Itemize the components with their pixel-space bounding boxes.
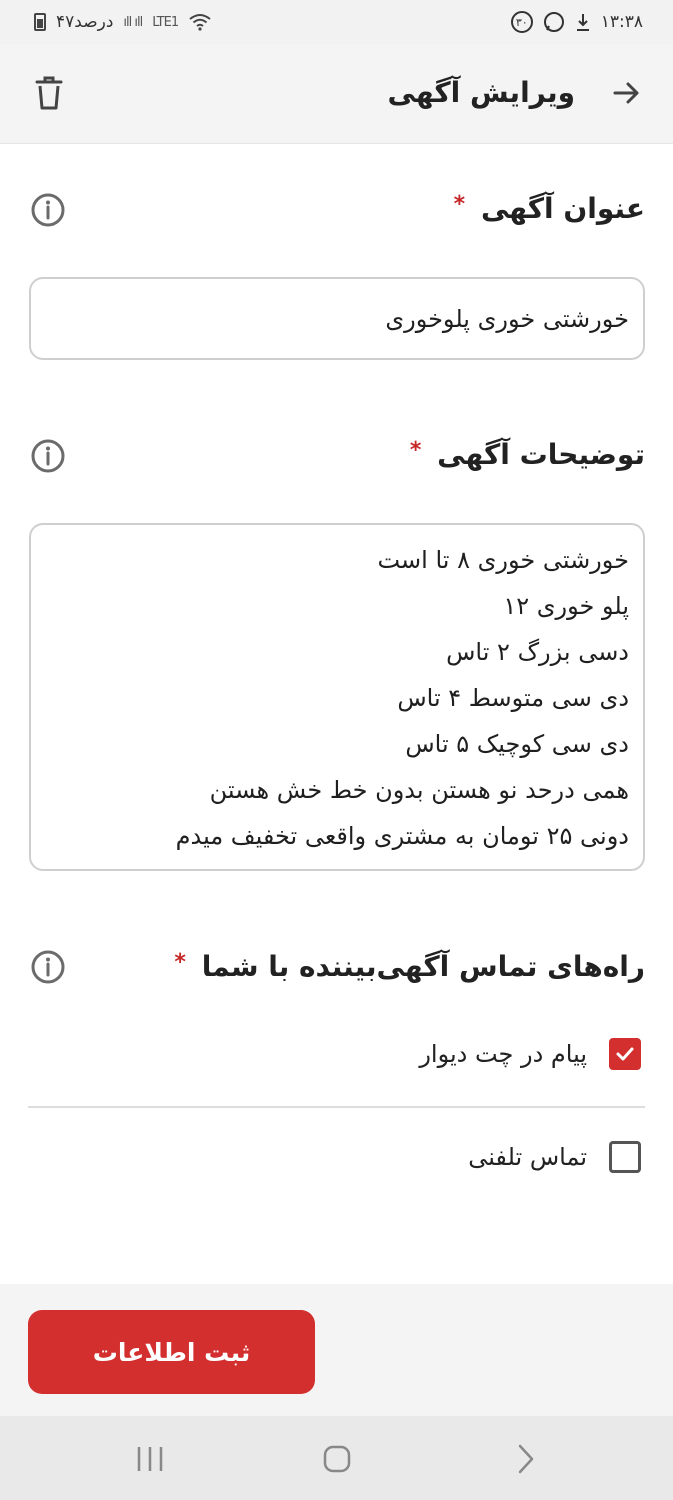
system-nav-bar — [0, 1416, 673, 1500]
arrow-right-icon[interactable] — [609, 76, 643, 110]
description-label: توضیحات آگهی * — [410, 438, 645, 471]
status-bar: ۴۷درصد ıll ıll LTE1 ۳۰ ۱۳:۳۸ — [0, 0, 673, 44]
nav-back-icon[interactable] — [512, 1443, 540, 1475]
app-bar: ویرایش آگهی — [0, 44, 673, 144]
clock: ۱۳:۳۸ — [600, 12, 643, 32]
contact-option-chat[interactable]: پیام در چت دیوار — [419, 1038, 641, 1070]
description-textarea[interactable]: خورشتی خوری ۸ تا است پلو خوری ۱۲ دسی بزر… — [29, 523, 645, 871]
submit-button[interactable]: ثبت اطلاعات — [28, 1310, 315, 1394]
recent-apps-icon[interactable] — [135, 1444, 165, 1474]
battery-icon — [34, 13, 46, 31]
network-label: LTE1 — [152, 14, 179, 30]
battery-text: ۴۷درصد — [56, 12, 114, 32]
description-line: دونی ۲۵ تومان به مشتری واقعی تخفیف میدم — [175, 822, 629, 850]
contact-option-phone[interactable]: تماس تلفنی — [468, 1141, 641, 1173]
required-mark: * — [409, 438, 422, 463]
title-label-text: عنوان آگهی — [480, 192, 645, 225]
status-right: ۳۰ ۱۳:۳۸ — [510, 11, 643, 33]
description-line: دی سی کوچیک ۵ تاس — [405, 730, 629, 758]
description-line: خورشتی خوری ۸ تا است — [377, 546, 629, 574]
title-label: عنوان آگهی * — [454, 192, 645, 225]
wifi-icon — [189, 14, 211, 31]
required-mark: * — [174, 950, 186, 975]
page-title: ویرایش آگهی — [387, 76, 575, 109]
home-icon[interactable] — [322, 1444, 352, 1474]
chat-checkbox[interactable] — [609, 1038, 641, 1070]
phone-checkbox[interactable] — [609, 1141, 641, 1173]
description-line: همی درحد نو هستن بدون خط خش هستن — [209, 776, 629, 804]
status-left: ۴۷درصد ıll ıll LTE1 — [34, 12, 212, 32]
download-icon — [576, 14, 589, 31]
title-input[interactable]: خورشتی خوری پلوخوری — [29, 277, 645, 360]
contact-methods-label: راه‌های تماس آگهی‌بیننده با شما * — [174, 950, 645, 983]
notification-badge: ۳۰ — [510, 11, 533, 33]
phone-option-label: تماس تلفنی — [468, 1143, 587, 1171]
title-input-value: خورشتی خوری پلوخوری — [385, 304, 629, 333]
whatsapp-icon — [543, 12, 564, 32]
trash-icon[interactable] — [32, 74, 66, 112]
checkmark-icon — [616, 1047, 634, 1061]
divider — [28, 1106, 645, 1108]
info-icon[interactable] — [30, 949, 66, 985]
info-icon[interactable] — [30, 438, 66, 474]
bottom-action-bar: ثبت اطلاعات — [0, 1284, 673, 1416]
contact-methods-label-text: راه‌های تماس آگهی‌بیننده با شما — [201, 950, 645, 983]
signal-icon: ıll ıll — [123, 14, 143, 30]
description-label-text: توضیحات آگهی — [437, 438, 645, 471]
description-line: دی سی متوسط ۴ تاس — [397, 684, 629, 712]
description-line: پلو خوری ۱۲ — [503, 592, 629, 620]
chat-option-label: پیام در چت دیوار — [419, 1040, 587, 1068]
info-icon[interactable] — [30, 192, 66, 228]
required-mark: * — [453, 192, 466, 217]
description-line: دسی بزرگ ۲ تاس — [446, 638, 629, 666]
